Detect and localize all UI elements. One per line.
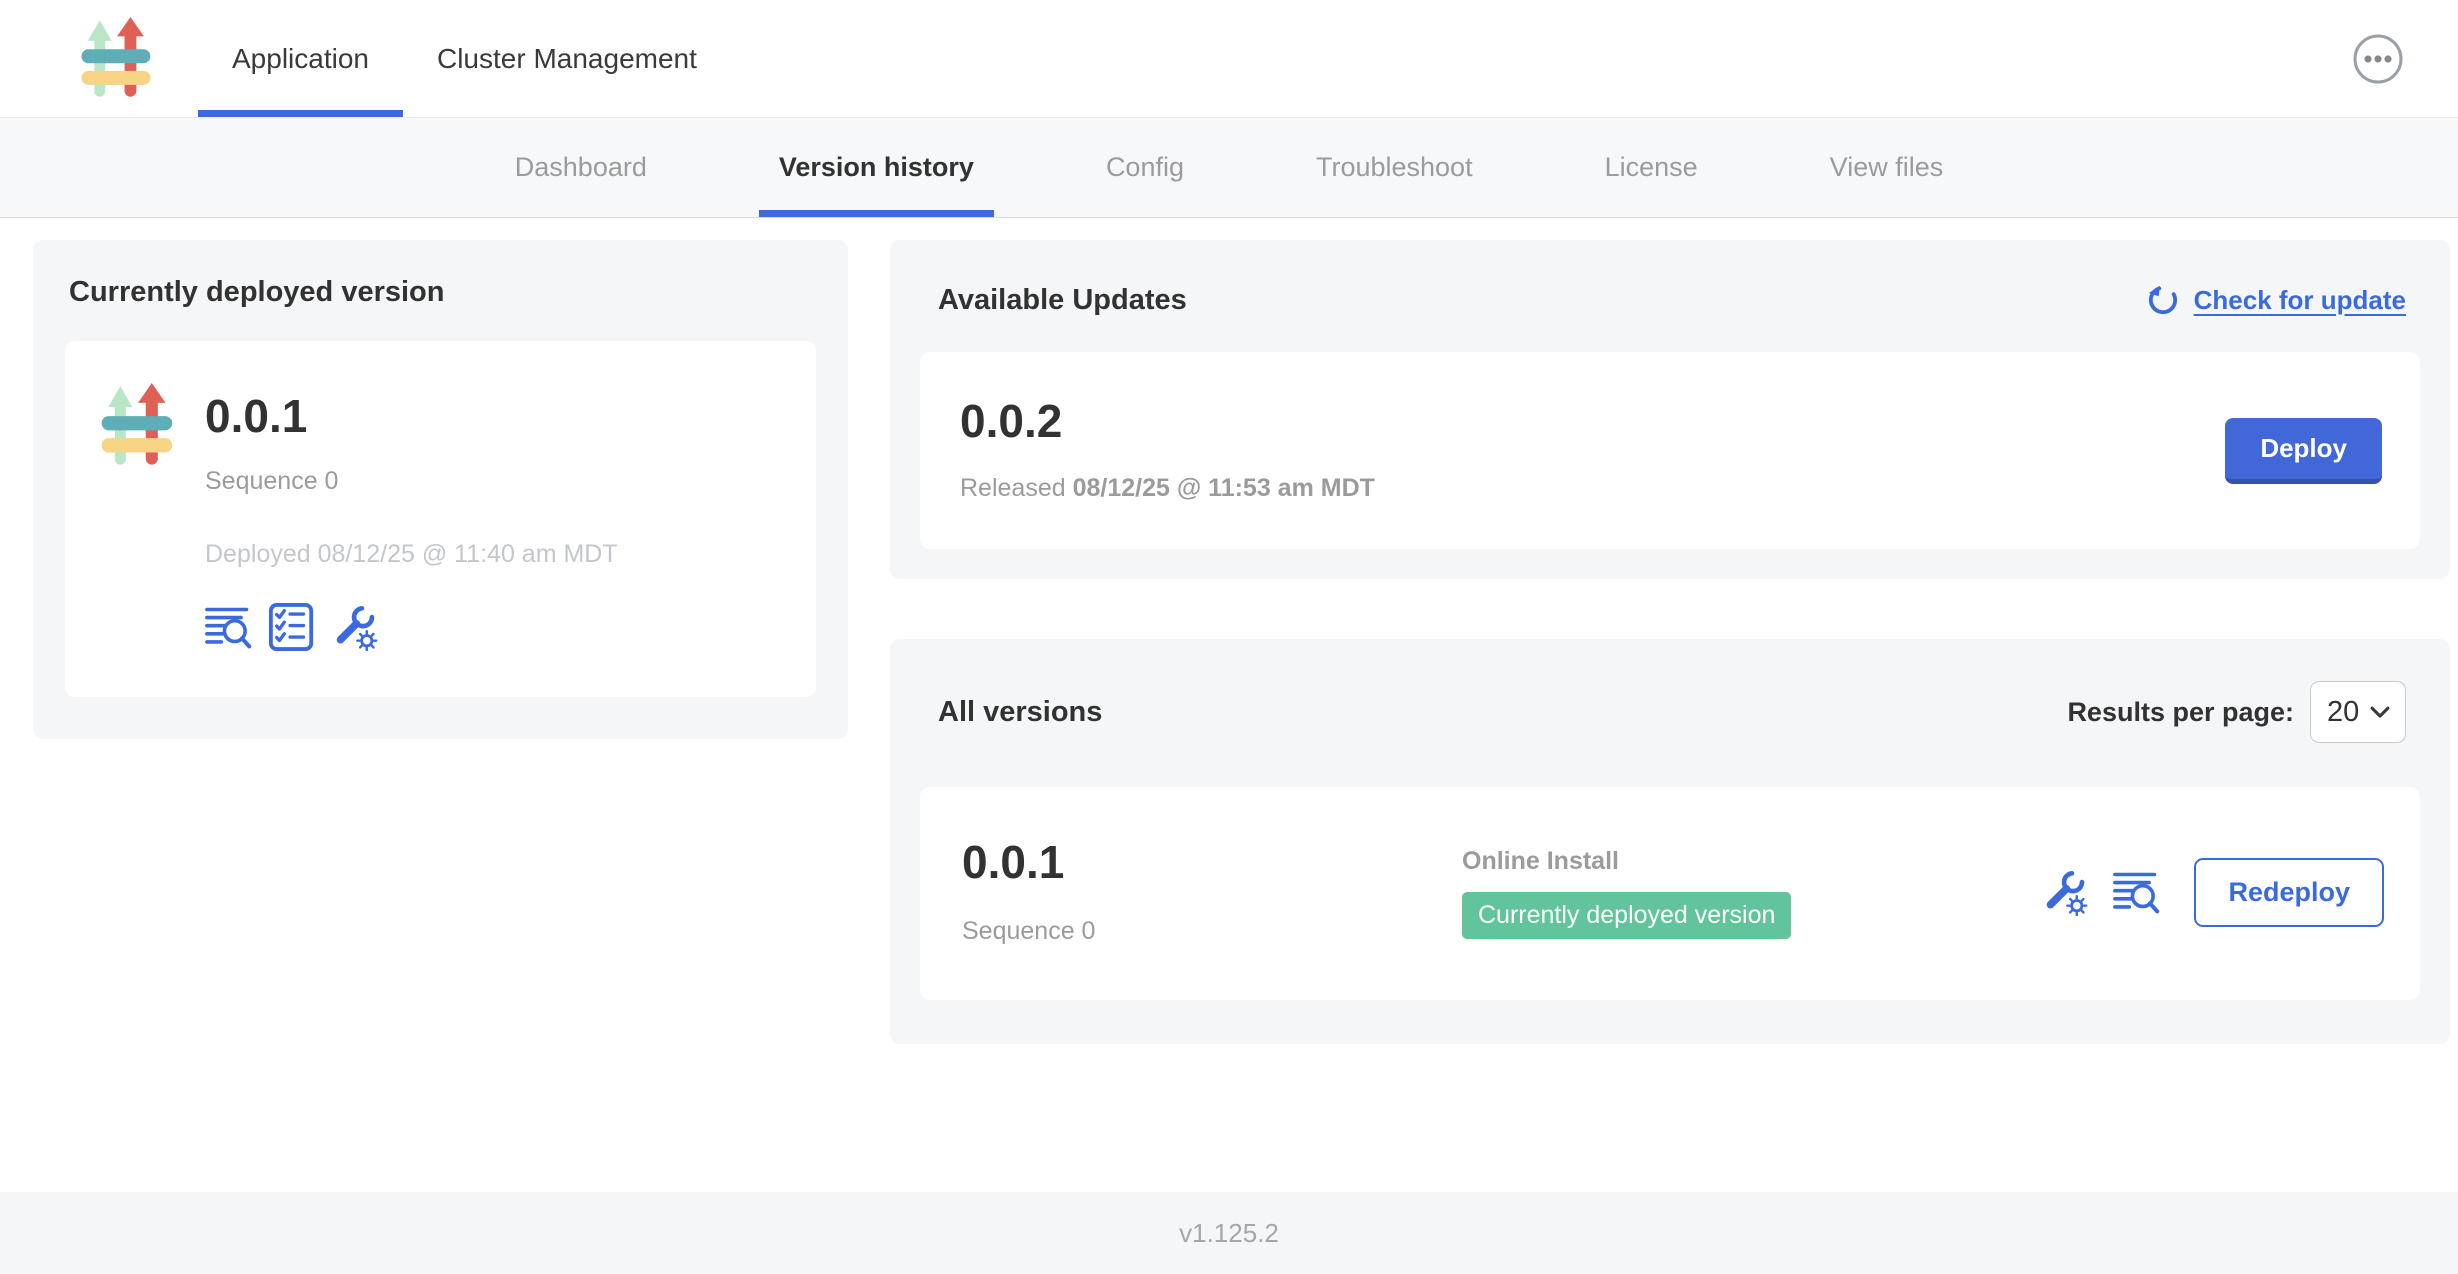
subnav-config[interactable]: Config [1086,118,1204,217]
right-column: Available Updates Check for update 0.0.2 [890,240,2450,1044]
version-sequence: Sequence 0 [962,917,1462,946]
update-info: 0.0.2 Released 08/12/25 @ 11:53 am MDT [960,398,1375,503]
console-version: v1.125.2 [1179,1218,1279,1249]
currently-deployed-card: 0.0.1 Sequence 0 Deployed 08/12/25 @ 11:… [65,341,816,697]
update-released-line: Released 08/12/25 @ 11:53 am MDT [960,474,1375,503]
available-updates-panel: Available Updates Check for update 0.0.2 [890,240,2450,579]
check-for-update-link[interactable]: Check for update [2145,282,2406,318]
refresh-icon [2145,282,2181,318]
chevron-down-icon [2370,706,2390,719]
subnav-view-files-label: View files [1830,152,1944,183]
app-subnav: Dashboard Version history Config Trouble… [0,118,2458,218]
subnav-license-label: License [1605,152,1698,183]
app-logo-icon [78,17,156,101]
deployed-version-number: 0.0.1 [205,393,618,439]
currently-deployed-panel: Currently deployed version 0.0.1 Sequenc… [33,240,848,739]
preflight-checks-icon[interactable] [268,603,316,651]
version-number: 0.0.1 [962,839,1462,885]
config-icon[interactable] [332,604,379,651]
tab-cluster-management[interactable]: Cluster Management [403,0,731,117]
check-for-update-label: Check for update [2194,285,2406,316]
main-content: Currently deployed version 0.0.1 Sequenc… [0,218,2458,1044]
console-footer: v1.125.2 [0,1192,2458,1274]
deployed-sequence: Sequence 0 [205,467,618,496]
currently-deployed-badge: Currently deployed version [1462,892,1791,939]
results-per-page-label: Results per page: [2067,697,2294,728]
subnav-troubleshoot[interactable]: Troubleshoot [1296,118,1493,217]
subnav-version-history[interactable]: Version history [759,118,994,217]
version-row-info: 0.0.1 Sequence 0 [962,839,1462,946]
deploy-button[interactable]: Deploy [2225,418,2382,484]
version-row-status: Online Install Currently deployed versio… [1462,847,2042,939]
subnav-view-files[interactable]: View files [1810,118,1964,217]
tab-application-label: Application [232,43,369,75]
ellipsis-menu-icon[interactable] [2352,33,2404,85]
deployed-actions [205,603,618,651]
tab-cluster-management-label: Cluster Management [437,43,697,75]
version-row-actions: Redeploy [2042,858,2384,927]
update-version-number: 0.0.2 [960,398,1375,444]
subnav-config-label: Config [1106,152,1184,183]
results-per-page-value: 20 [2327,696,2359,729]
deployed-timestamp: Deployed 08/12/25 @ 11:40 am MDT [205,540,618,569]
released-date: 08/12/25 @ 11:53 am MDT [1073,474,1375,502]
subnav-troubleshoot-label: Troubleshoot [1316,152,1473,183]
subnav-version-history-label: Version history [779,152,974,183]
results-per-page: Results per page: 20 [2067,681,2406,743]
deployed-version-info: 0.0.1 Sequence 0 Deployed 08/12/25 @ 11:… [205,381,618,651]
available-update-card: 0.0.2 Released 08/12/25 @ 11:53 am MDT D… [920,352,2420,549]
diff-icon[interactable] [2113,870,2160,915]
app-tabs: Application Cluster Management [198,0,731,117]
redeploy-button[interactable]: Redeploy [2194,858,2384,927]
install-type: Online Install [1462,847,2042,876]
all-versions-panel: All versions Results per page: 20 0.0.1 … [890,639,2450,1044]
all-versions-title: All versions [938,696,1102,729]
version-row: 0.0.1 Sequence 0 Online Install Currentl… [920,787,2420,1000]
released-label: Released [960,474,1066,502]
currently-deployed-title: Currently deployed version [69,276,816,309]
results-per-page-select[interactable]: 20 [2310,681,2406,743]
app-logo-icon [99,383,177,469]
diff-icon[interactable] [205,605,252,650]
subnav-dashboard[interactable]: Dashboard [495,118,667,217]
subnav-license[interactable]: License [1585,118,1718,217]
tab-application[interactable]: Application [198,0,403,117]
subnav-dashboard-label: Dashboard [515,152,647,183]
available-updates-title: Available Updates [938,284,1187,317]
config-icon[interactable] [2042,869,2089,916]
topbar: Application Cluster Management [0,0,2458,118]
